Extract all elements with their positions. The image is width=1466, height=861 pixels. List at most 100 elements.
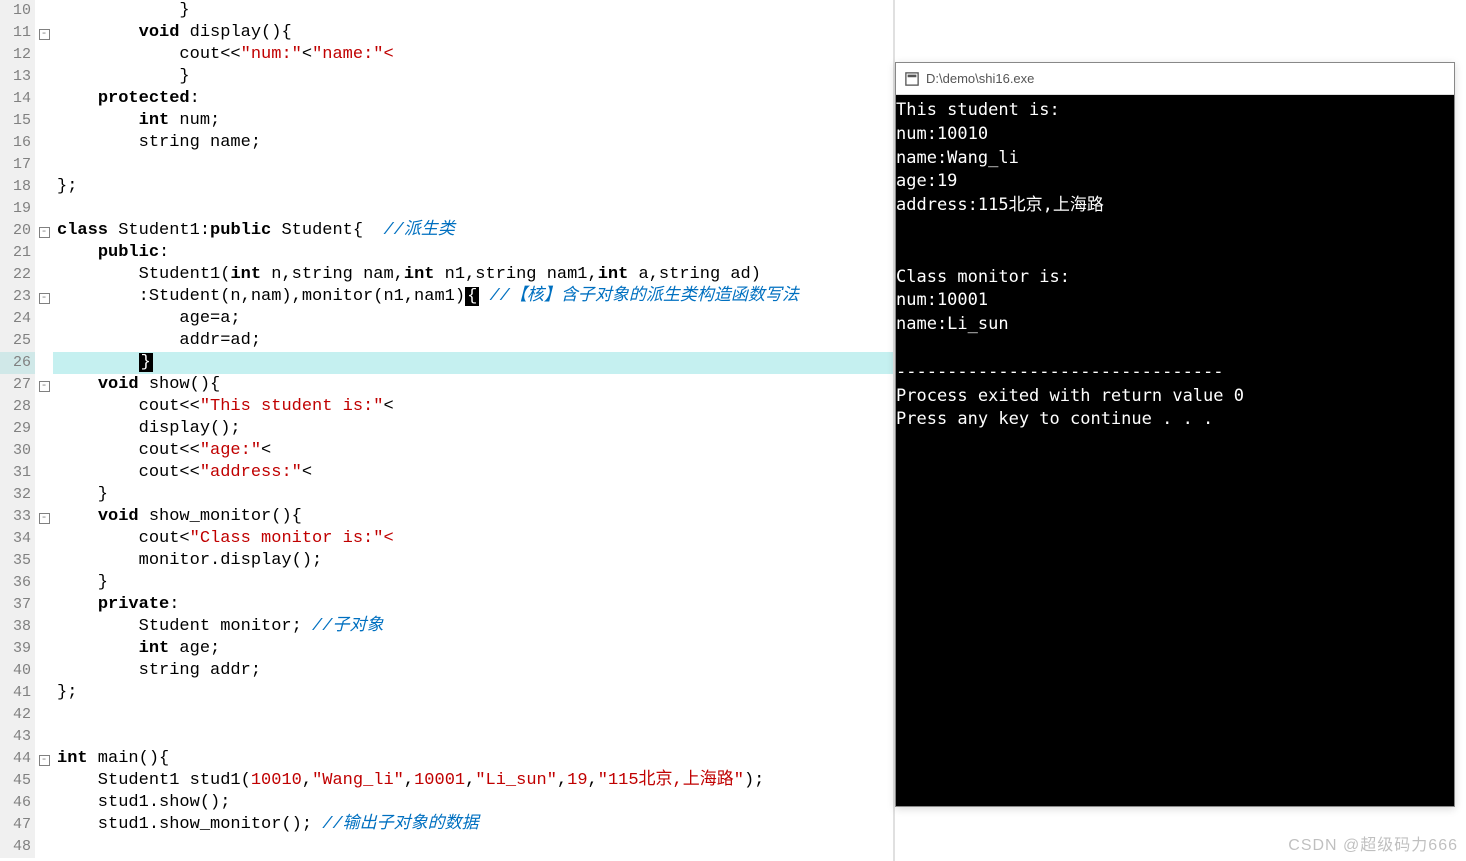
code-editor[interactable]: 10 }11- void display(){12 cout<<"num:"<"…	[0, 0, 895, 861]
code-content[interactable]: }	[53, 572, 895, 594]
line-number: 31	[0, 462, 35, 484]
code-line[interactable]: 20-class Student1:public Student{ //派生类	[0, 220, 895, 242]
code-line[interactable]: 35 monitor.display();	[0, 550, 895, 572]
code-content[interactable]: };	[53, 682, 895, 704]
code-content[interactable]: string name;	[53, 132, 895, 154]
code-line[interactable]: 31 cout<<"address:"<	[0, 462, 895, 484]
fold-gutter[interactable]: -	[35, 748, 53, 770]
code-content[interactable]: cout<<"num:"<"name:"<	[53, 44, 895, 66]
code-content[interactable]: cout<"Class monitor is:"<	[53, 528, 895, 550]
fold-toggle-icon[interactable]: -	[39, 755, 50, 766]
code-line[interactable]: 37 private:	[0, 594, 895, 616]
code-line[interactable]: 24 age=a;	[0, 308, 895, 330]
code-line[interactable]: 23- :Student(n,nam),monitor(n1,nam1){ //…	[0, 286, 895, 308]
code-content[interactable]: void show_monitor(){	[53, 506, 895, 528]
code-line[interactable]: 43	[0, 726, 895, 748]
fold-gutter[interactable]: -	[35, 286, 53, 308]
code-content[interactable]: void display(){	[53, 22, 895, 44]
fold-toggle-icon[interactable]: -	[39, 227, 50, 238]
code-line[interactable]: 14 protected:	[0, 88, 895, 110]
code-content[interactable]: void show(){	[53, 374, 895, 396]
line-number: 20	[0, 220, 35, 242]
code-content[interactable]: :Student(n,nam),monitor(n1,nam1){ //【核】含…	[53, 286, 895, 308]
code-content[interactable]: int num;	[53, 110, 895, 132]
fold-toggle-icon[interactable]: -	[39, 293, 50, 304]
code-line[interactable]: 27- void show(){	[0, 374, 895, 396]
code-content[interactable]: protected:	[53, 88, 895, 110]
fold-toggle-icon[interactable]: -	[39, 29, 50, 40]
code-content[interactable]: age=a;	[53, 308, 895, 330]
code-content[interactable]: }	[53, 0, 895, 22]
line-number: 30	[0, 440, 35, 462]
code-content[interactable]: stud1.show_monitor(); //输出子对象的数据	[53, 814, 895, 836]
fold-toggle-icon[interactable]: -	[39, 381, 50, 392]
line-number: 34	[0, 528, 35, 550]
code-content[interactable]: int age;	[53, 638, 895, 660]
code-content[interactable]: int main(){	[53, 748, 895, 770]
console-output[interactable]: This student is: num:10010 name:Wang_li …	[896, 95, 1454, 806]
code-line[interactable]: 38 Student monitor; //子对象	[0, 616, 895, 638]
code-line[interactable]: 28 cout<<"This student is:"<	[0, 396, 895, 418]
code-line[interactable]: 22 Student1(int n,string nam,int n1,stri…	[0, 264, 895, 286]
code-content[interactable]: monitor.display();	[53, 550, 895, 572]
line-number: 19	[0, 198, 35, 220]
code-line[interactable]: 36 }	[0, 572, 895, 594]
code-line[interactable]: 18};	[0, 176, 895, 198]
code-content[interactable]: };	[53, 176, 895, 198]
code-line[interactable]: 21 public:	[0, 242, 895, 264]
line-number: 36	[0, 572, 35, 594]
line-number: 12	[0, 44, 35, 66]
code-line[interactable]: 29 display();	[0, 418, 895, 440]
code-line[interactable]: 16 string name;	[0, 132, 895, 154]
code-line[interactable]: 46 stud1.show();	[0, 792, 895, 814]
code-line[interactable]: 34 cout<"Class monitor is:"<	[0, 528, 895, 550]
code-line[interactable]: 12 cout<<"num:"<"name:"<	[0, 44, 895, 66]
code-line[interactable]: 42	[0, 704, 895, 726]
fold-gutter[interactable]: -	[35, 374, 53, 396]
code-line[interactable]: 45 Student1 stud1(10010,"Wang_li",10001,…	[0, 770, 895, 792]
code-line[interactable]: 10 }	[0, 0, 895, 22]
code-line[interactable]: 19	[0, 198, 895, 220]
fold-gutter[interactable]: -	[35, 506, 53, 528]
fold-gutter[interactable]: -	[35, 220, 53, 242]
line-number: 47	[0, 814, 35, 836]
line-number: 13	[0, 66, 35, 88]
code-content[interactable]: class Student1:public Student{ //派生类	[53, 220, 895, 242]
code-line[interactable]: 26 }	[0, 352, 895, 374]
code-content[interactable]: private:	[53, 594, 895, 616]
code-line[interactable]: 17	[0, 154, 895, 176]
fold-toggle-icon[interactable]: -	[39, 513, 50, 524]
code-line[interactable]: 32 }	[0, 484, 895, 506]
code-line[interactable]: 47 stud1.show_monitor(); //输出子对象的数据	[0, 814, 895, 836]
code-content[interactable]: cout<<"age:"<	[53, 440, 895, 462]
code-line[interactable]: 41};	[0, 682, 895, 704]
fold-gutter[interactable]: -	[35, 22, 53, 44]
code-line[interactable]: 40 string addr;	[0, 660, 895, 682]
code-line[interactable]: 48	[0, 836, 895, 858]
code-content[interactable]: Student1(int n,string nam,int n1,string …	[53, 264, 895, 286]
code-content[interactable]: display();	[53, 418, 895, 440]
line-number: 46	[0, 792, 35, 814]
code-line[interactable]: 25 addr=ad;	[0, 330, 895, 352]
code-content[interactable]: addr=ad;	[53, 330, 895, 352]
code-content[interactable]: }	[53, 484, 895, 506]
code-content[interactable]: cout<<"This student is:"<	[53, 396, 895, 418]
code-line[interactable]: 30 cout<<"age:"<	[0, 440, 895, 462]
code-line[interactable]: 13 }	[0, 66, 895, 88]
console-titlebar[interactable]: D:\demo\shi16.exe	[896, 63, 1454, 95]
code-content[interactable]: cout<<"address:"<	[53, 462, 895, 484]
code-line[interactable]: 11- void display(){	[0, 22, 895, 44]
code-content[interactable]: }	[53, 66, 895, 88]
code-content[interactable]: string addr;	[53, 660, 895, 682]
console-window[interactable]: D:\demo\shi16.exe This student is: num:1…	[895, 62, 1455, 807]
code-line[interactable]: 44-int main(){	[0, 748, 895, 770]
code-content[interactable]: }	[53, 352, 895, 374]
code-content[interactable]: Student1 stud1(10010,"Wang_li",10001,"Li…	[53, 770, 895, 792]
code-line[interactable]: 15 int num;	[0, 110, 895, 132]
code-content[interactable]: Student monitor; //子对象	[53, 616, 895, 638]
code-content[interactable]: public:	[53, 242, 895, 264]
line-number: 33	[0, 506, 35, 528]
code-line[interactable]: 39 int age;	[0, 638, 895, 660]
code-content[interactable]: stud1.show();	[53, 792, 895, 814]
code-line[interactable]: 33- void show_monitor(){	[0, 506, 895, 528]
